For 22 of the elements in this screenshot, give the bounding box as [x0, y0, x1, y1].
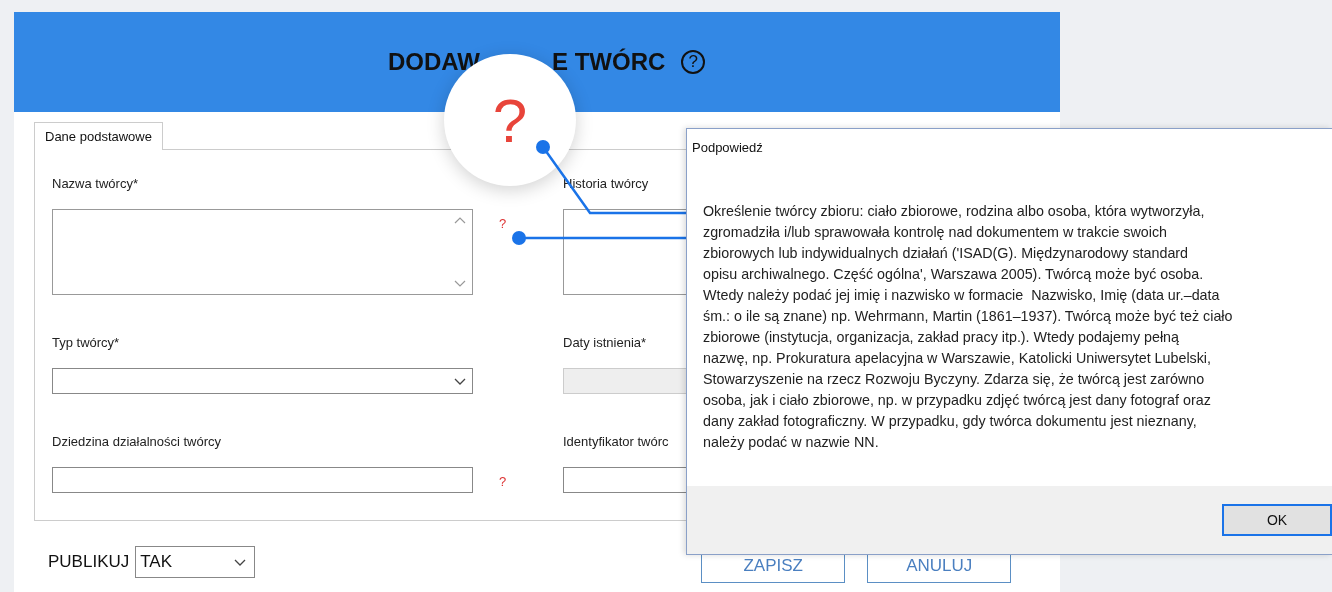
- publish-label: PUBLIKUJ: [48, 552, 130, 572]
- field-label: Typ twórcy*: [52, 335, 120, 350]
- field-label: Nazwa twórcy*: [52, 176, 138, 191]
- chevron-down-icon: [234, 558, 247, 566]
- input-field[interactable]: [563, 467, 687, 493]
- dialog-title: Podpowiedź: [692, 140, 763, 155]
- field-label: Dziedzina działalności twórcy: [52, 434, 222, 449]
- help-link[interactable]: ?: [499, 216, 507, 231]
- ok-button[interactable]: OK: [1222, 504, 1332, 536]
- hint-text: Określenie twórcy zbioru: ciało zbiorowe, rodzina albo osoba, która wytworzyła, zgromadziła i/lub sprawowała kontrolę nad dokumentem w trakcie swoich zbiorowych lub indywidualnych działań ('ISAD(G). Międzynarodowy standard opisu archiwalnego. Część ogólna', Warszawa 2005). Twórcą może być osoba. Wtedy należy podać jej imię i nazwisko w formacie Nazwisko, Imię (data ur.–data śm.: o ile są znane) np. Wehrmann, Martin (1861–1937). Twórcą może być też ciało zbiorowe (instytucja, organizacja, zakład pracy itp.). Wtedy podajemy pełną nazwę, np. Prokuratura apelacyjna w Warszawie, Katolicki Uniwersytet Lubelski, Stowarzyszenie na rzecz Rozwoju Byczyny. Zdarza się, że twórcą jest zarówno osoba, jak i ciało zbiorowe, np. w przypadku zdjęć twórcą jest dany fotograf oraz dany zakład fotograficzny. W przypadku, gdy twórca dokumentu jest nieznany, należy podać w nazwie NN.: [703, 202, 1234, 452]
- field-label: Identyfikator twórc: [563, 434, 669, 449]
- text-area[interactable]: [52, 209, 473, 295]
- chevron-down-icon: [454, 377, 466, 385]
- field-label: Daty istnienia*: [563, 335, 647, 350]
- dropdown-field[interactable]: [52, 368, 473, 394]
- text-area[interactable]: [563, 209, 687, 295]
- publish-dropdown[interactable]: TAK: [135, 546, 256, 578]
- help-icon[interactable]: ?: [681, 50, 706, 74]
- tab[interactable]: Dane podstawowe: [34, 122, 163, 150]
- help-link[interactable]: ?: [499, 474, 507, 489]
- input-field[interactable]: [52, 467, 473, 493]
- scrollbar-drawing: [454, 216, 466, 288]
